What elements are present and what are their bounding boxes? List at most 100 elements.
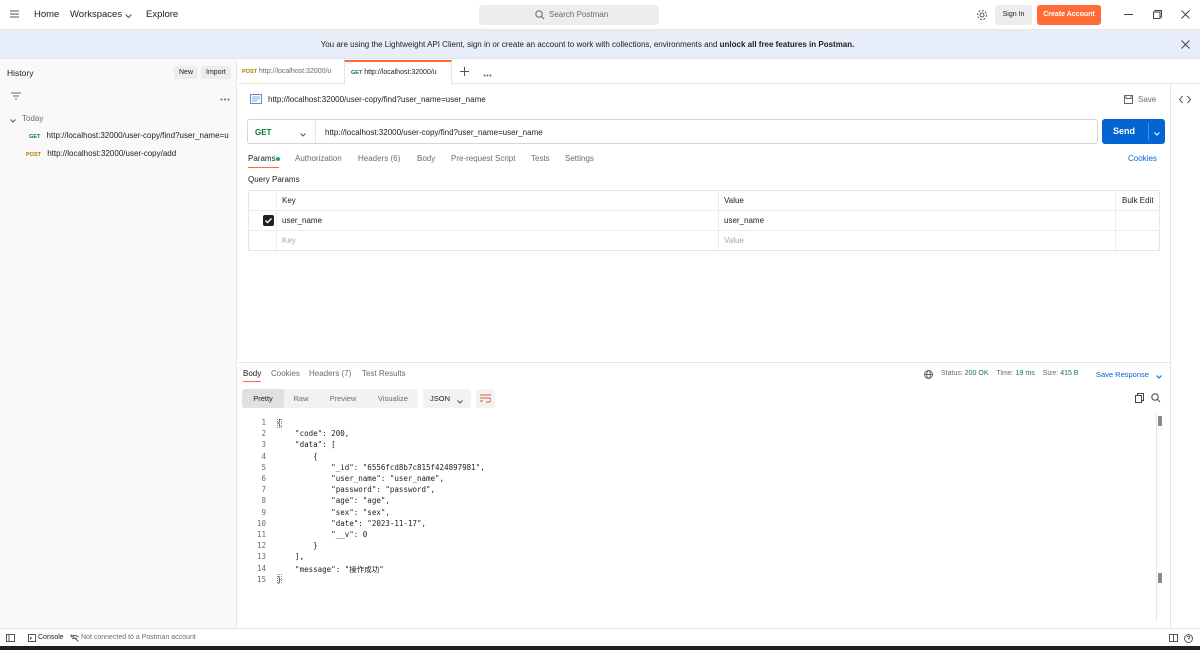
code-line: {: [277, 451, 318, 461]
right-rail-divider: [1170, 84, 1171, 628]
import-button[interactable]: Import: [201, 66, 231, 79]
size-value[interactable]: 415 B: [1060, 370, 1078, 377]
scrollbar-thumb-bottom[interactable]: [1158, 573, 1162, 583]
copy-icon[interactable]: [1135, 393, 1144, 405]
menu-icon[interactable]: [10, 8, 19, 20]
method-select[interactable]: GET: [255, 128, 271, 137]
format-pretty[interactable]: Pretty: [242, 389, 284, 408]
param-value-placeholder[interactable]: Value: [724, 236, 744, 245]
status-value[interactable]: 200 OK: [965, 370, 989, 377]
format-preview[interactable]: Preview: [320, 389, 366, 408]
response-tab-headers[interactable]: Headers (7): [309, 369, 351, 378]
chevron-down-icon[interactable]: [1156, 372, 1162, 381]
tab-get-find[interactable]: GET http://localhost:32000/u: [344, 60, 452, 85]
send-label: Send: [1113, 126, 1136, 136]
param-key-input[interactable]: user_name: [282, 216, 322, 225]
search-icon: [535, 10, 545, 22]
response-tab-test-results[interactable]: Test Results: [362, 369, 406, 378]
response-body-editor[interactable]: 1 {2 "code": 200, 3 "data": [4 {5 "_id": "…: [242, 414, 1164, 622]
row-checkbox[interactable]: [263, 215, 274, 226]
send-button[interactable]: Send: [1102, 119, 1165, 144]
banner-link[interactable]: unlock all free features in Postman.: [720, 40, 855, 49]
globe-icon[interactable]: [924, 370, 933, 381]
line-number: 13: [256, 552, 266, 562]
query-params-title: Query Params: [248, 175, 300, 184]
history-group-today[interactable]: Today: [22, 114, 43, 123]
sidebar-toggle-icon[interactable]: [6, 634, 15, 644]
wrap-icon: [480, 394, 492, 405]
save-button[interactable]: Save: [1138, 95, 1156, 104]
request-title[interactable]: http://localhost:32000/user-copy/find?us…: [268, 95, 486, 104]
code-snippet-icon[interactable]: [1178, 95, 1192, 106]
nav-workspaces[interactable]: Workspaces: [70, 9, 122, 20]
more-tabs-icon[interactable]: [483, 70, 492, 79]
line-number: 10: [256, 518, 266, 528]
save-icon[interactable]: [1124, 95, 1133, 106]
pane-divider[interactable]: [238, 362, 1170, 363]
taskbar-edge: [0, 646, 1200, 650]
code-line: "age": "age",: [277, 496, 390, 506]
cookies-link[interactable]: Cookies: [1128, 154, 1157, 163]
tab-post-add[interactable]: POST http://localhost:32000/u: [242, 60, 344, 84]
format-raw[interactable]: Raw: [284, 389, 318, 408]
history-item[interactable]: GET http://localhost:32000/user-copy/fin…: [29, 131, 236, 140]
language-select[interactable]: JSON: [423, 389, 471, 408]
response-tab-body[interactable]: Body: [243, 369, 261, 378]
params-dot: [276, 157, 280, 161]
tab-authorization[interactable]: Authorization: [295, 154, 342, 163]
nav-explore[interactable]: Explore: [146, 9, 178, 20]
tab-pre-request-script[interactable]: Pre-request Script: [451, 154, 515, 163]
filter-icon[interactable]: [11, 92, 21, 102]
status-label: Status:: [941, 370, 963, 377]
console-icon[interactable]: [28, 634, 36, 644]
param-value-input[interactable]: user_name: [724, 216, 764, 225]
param-key-placeholder[interactable]: Key: [282, 236, 296, 245]
help-icon[interactable]: [1184, 634, 1193, 645]
nav-home[interactable]: Home: [34, 9, 59, 20]
bulk-edit-button[interactable]: Bulk Edit: [1122, 196, 1154, 205]
line-number: 1: [261, 418, 266, 427]
settings-icon[interactable]: [976, 9, 988, 23]
add-tab-icon[interactable]: [460, 67, 469, 78]
search-bar[interactable]: Search Postman: [479, 5, 659, 25]
tab-params[interactable]: Params: [248, 154, 276, 163]
two-pane-icon[interactable]: [1169, 634, 1178, 644]
minimize-icon[interactable]: [1124, 14, 1133, 15]
create-account-button[interactable]: Create Account: [1037, 5, 1101, 25]
close-icon[interactable]: [1181, 40, 1190, 51]
scrollbar-thumb-top[interactable]: [1158, 416, 1162, 426]
sign-in-button[interactable]: Sign In: [995, 5, 1032, 25]
status-bar: Console Not connected to a Postman accou…: [0, 628, 1200, 646]
code-line: "__v": 0: [277, 530, 368, 539]
format-visualize[interactable]: Visualize: [368, 389, 418, 408]
restore-icon[interactable]: [1153, 10, 1162, 21]
close-icon[interactable]: [1181, 10, 1190, 21]
info-banner: You are using the Lightweight API Client…: [0, 30, 1200, 59]
chevron-down-icon[interactable]: [125, 12, 132, 21]
response-tab-cookies[interactable]: Cookies: [271, 369, 300, 378]
tab-label: http://localhost:32000/u: [258, 68, 332, 75]
chevron-down-icon[interactable]: [300, 130, 306, 139]
line-number: 14: [256, 563, 266, 573]
search-icon[interactable]: [1151, 393, 1161, 405]
console-button[interactable]: Console: [38, 634, 64, 641]
time-value[interactable]: 19 ms: [1016, 370, 1035, 377]
code-line: }: [277, 574, 282, 584]
save-response-button[interactable]: Save Response: [1096, 370, 1149, 379]
tab-settings[interactable]: Settings: [565, 154, 594, 163]
tab-tests[interactable]: Tests: [531, 154, 550, 163]
line-number: 12: [256, 541, 266, 551]
request-type-icon: [250, 94, 262, 106]
language-label: JSON: [430, 394, 451, 403]
code-line: "code": 200,: [277, 429, 350, 439]
new-button[interactable]: New: [174, 66, 199, 79]
more-options-icon[interactable]: [220, 94, 230, 103]
line-number: 8: [261, 496, 266, 506]
tab-body[interactable]: Body: [417, 154, 435, 163]
chevron-down-icon[interactable]: [10, 116, 16, 125]
wrap-lines-button[interactable]: [476, 389, 495, 408]
chevron-down-icon[interactable]: [1154, 129, 1160, 138]
url-input[interactable]: http://localhost:32000/user-copy/find?us…: [325, 128, 543, 137]
history-item[interactable]: POST http://localhost:32000/user-copy/ad…: [26, 149, 176, 158]
tab-headers[interactable]: Headers (6): [358, 154, 400, 163]
